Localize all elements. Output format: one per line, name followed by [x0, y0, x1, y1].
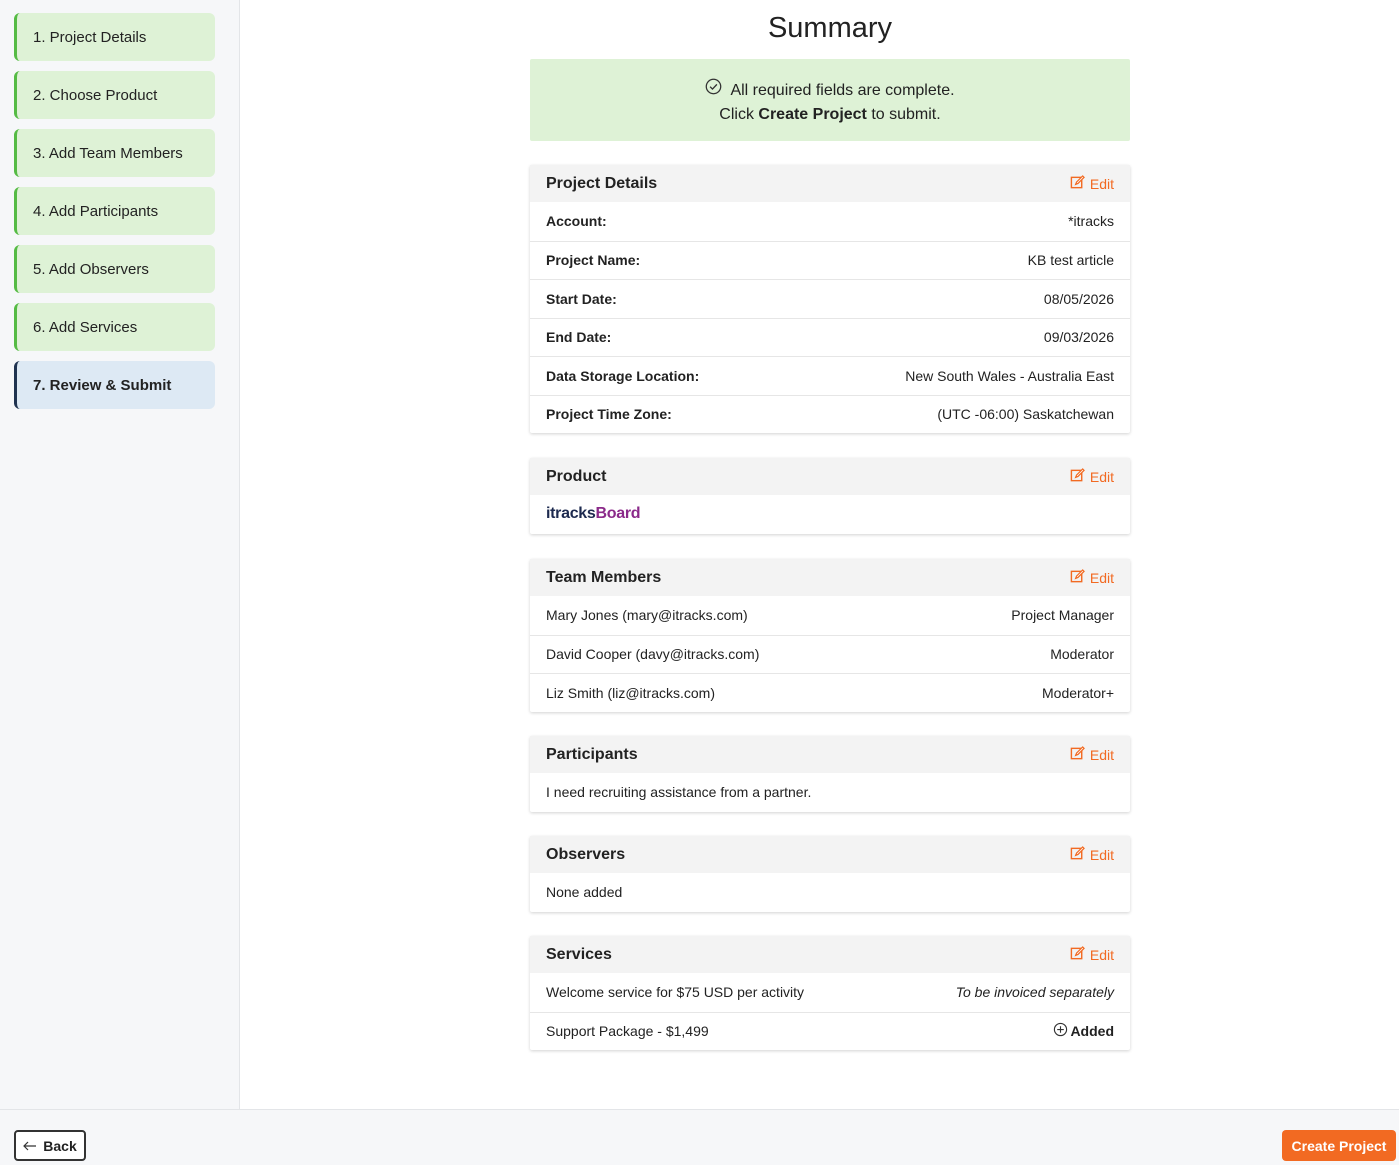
edit-label: Edit [1089, 468, 1114, 485]
detail-value: 09/03/2026 [1043, 329, 1114, 346]
project-details-card: Project Details Edit Account: *itracks Pr… [530, 165, 1130, 433]
back-button[interactable]: Back [14, 1130, 86, 1161]
card-title: Observers [546, 845, 626, 863]
edit-project-details-button[interactable]: Edit [1070, 174, 1114, 193]
create-project-button[interactable]: Create Project [1282, 1130, 1396, 1161]
step-label: 6. Add Services [33, 318, 138, 336]
detail-row: Project Time Zone: (UTC -06:00) Saskatche… [530, 394, 1130, 434]
detail-row: Project Name: KB test article [530, 240, 1130, 280]
service-added-status[interactable]: Added [1053, 1022, 1114, 1040]
detail-row: End Date: 09/03/2026 [530, 317, 1130, 357]
edit-label: Edit [1089, 746, 1114, 763]
card-title: Participants [546, 745, 638, 763]
card-title: Project Details [546, 174, 658, 192]
notice-line2-bold: Create Project [758, 106, 867, 123]
detail-label: Project Name: [546, 252, 641, 269]
check-circle-icon [705, 78, 722, 103]
card-title: Product [546, 467, 607, 485]
edit-product-button[interactable]: Edit [1070, 467, 1114, 486]
step-label: 7. Review & Submit [33, 376, 172, 394]
detail-value: KB test article [1027, 252, 1114, 269]
edit-label: Edit [1089, 846, 1114, 863]
team-member-row: David Cooper (davy@itracks.com) Moderator [530, 634, 1130, 674]
member-name: David Cooper (davy@itracks.com) [546, 646, 760, 663]
itracks-board-logo: itracksBoard [546, 505, 641, 523]
participants-text: I need recruiting assistance from a part… [546, 784, 812, 801]
step-add-services[interactable]: 6. Add Services [14, 303, 215, 351]
edit-label: Edit [1089, 946, 1114, 963]
arrow-left-icon [23, 1138, 37, 1154]
service-row: Support Package - $1,499 Added [530, 1011, 1130, 1051]
step-label: 4. Add Participants [33, 202, 159, 220]
edit-services-button[interactable]: Edit [1070, 945, 1114, 964]
observers-row: None added [530, 873, 1130, 912]
service-row: Welcome service for $75 USD per activity… [530, 973, 1130, 1012]
step-add-participants[interactable]: 4. Add Participants [14, 187, 215, 235]
completion-notice: All required fields are complete. Click … [530, 59, 1130, 141]
step-add-observers[interactable]: 5. Add Observers [14, 245, 215, 293]
edit-label: Edit [1089, 175, 1114, 192]
service-name: Welcome service for $75 USD per activity [546, 984, 805, 1001]
plus-circle-icon [1053, 1022, 1068, 1040]
step-label: 5. Add Observers [33, 260, 149, 278]
service-name: Support Package - $1,499 [546, 1023, 709, 1040]
observers-text: None added [546, 884, 623, 901]
step-label: 2. Choose Product [33, 86, 158, 104]
step-choose-product[interactable]: 2. Choose Product [14, 71, 215, 119]
observers-card: Observers Edit None added [530, 836, 1130, 912]
step-label: 1. Project Details [33, 28, 147, 46]
card-title: Services [546, 945, 612, 963]
team-members-card: Team Members Edit Mary Jones (mary@itrac… [530, 559, 1130, 712]
detail-label: End Date: [546, 329, 612, 346]
detail-label: Project Time Zone: [546, 406, 672, 423]
team-member-row: Liz Smith (liz@itracks.com) Moderator+ [530, 673, 1130, 712]
notice-line2-post: to submit. [866, 106, 941, 123]
participants-card: Participants Edit I need recruiting assi… [530, 736, 1130, 812]
detail-value: 08/05/2026 [1043, 290, 1114, 307]
step-review-submit[interactable]: 7. Review & Submit [14, 361, 215, 409]
notice-line1: All required fields are complete. [730, 81, 955, 99]
edit-observers-button[interactable]: Edit [1070, 845, 1114, 864]
wizard-steps-sidebar: 1. Project Details 2. Choose Product 3. … [0, 0, 240, 1109]
step-label: 3. Add Team Members [33, 144, 183, 162]
page-title: Summary [767, 12, 893, 44]
service-status: Added [1070, 1023, 1114, 1040]
step-add-team-members[interactable]: 3. Add Team Members [14, 129, 215, 177]
product-row: itracksBoard [530, 495, 1130, 534]
member-name: Liz Smith (liz@itracks.com) [546, 684, 716, 701]
detail-row: Account: *itracks [530, 202, 1130, 241]
member-role: Moderator+ [1042, 684, 1114, 701]
edit-icon [1070, 568, 1085, 587]
detail-value: *itracks [1068, 213, 1114, 230]
services-card: Services Edit Welcome service for $75 US… [530, 936, 1130, 1050]
edit-icon [1070, 845, 1085, 864]
detail-value: New South Wales - Australia East [905, 367, 1114, 384]
member-name: Mary Jones (mary@itracks.com) [546, 607, 748, 624]
detail-row: Start Date: 08/05/2026 [530, 279, 1130, 318]
participants-row: I need recruiting assistance from a part… [530, 773, 1130, 812]
product-card: Product Edit itracksBoard [530, 458, 1130, 534]
step-project-details[interactable]: 1. Project Details [14, 13, 215, 61]
detail-label: Start Date: [546, 290, 617, 307]
edit-team-members-button[interactable]: Edit [1070, 568, 1114, 587]
member-role: Project Manager [1011, 607, 1114, 624]
detail-label: Account: [546, 213, 607, 230]
card-title: Team Members [546, 568, 662, 586]
edit-icon [1070, 745, 1085, 764]
detail-label: Data Storage Location: [546, 367, 700, 384]
main-content: Summary All required fields are complete… [240, 0, 1399, 1109]
footer-bar: Back Create Project [0, 1109, 1399, 1165]
detail-value: (UTC -06:00) Saskatchewan [937, 406, 1114, 423]
edit-label: Edit [1089, 569, 1114, 586]
member-role: Moderator [1050, 646, 1114, 663]
edit-icon [1070, 467, 1085, 486]
detail-row: Data Storage Location: New South Wales - … [530, 356, 1130, 395]
back-label: Back [43, 1137, 77, 1154]
edit-icon [1070, 945, 1085, 964]
notice-line2-pre: Click [719, 106, 759, 123]
service-status: To be invoiced separately [955, 984, 1114, 1001]
edit-participants-button[interactable]: Edit [1070, 745, 1114, 764]
edit-icon [1070, 174, 1085, 193]
team-member-row: Mary Jones (mary@itracks.com) Project Man… [530, 596, 1130, 635]
